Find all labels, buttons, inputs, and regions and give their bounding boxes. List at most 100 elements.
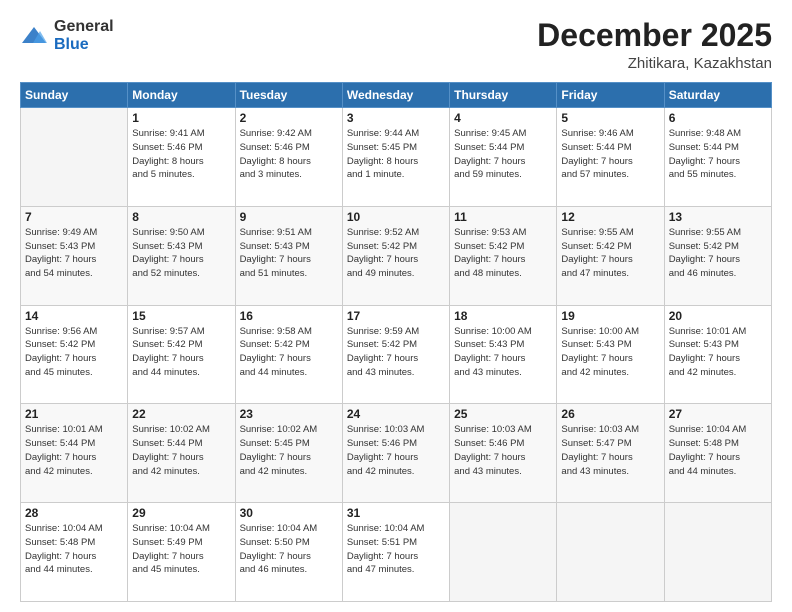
day-number: 25 [454, 407, 552, 421]
day-info: Sunrise: 9:52 AMSunset: 5:42 PMDaylight:… [347, 226, 445, 281]
day-info: Sunrise: 9:55 AMSunset: 5:42 PMDaylight:… [561, 226, 659, 281]
day-number: 12 [561, 210, 659, 224]
day-info: Sunrise: 9:51 AMSunset: 5:43 PMDaylight:… [240, 226, 338, 281]
table-row: 19 Sunrise: 10:00 AMSunset: 5:43 PMDaylig… [557, 305, 664, 404]
col-tuesday: Tuesday [235, 83, 342, 108]
table-row: 7Sunrise: 9:49 AMSunset: 5:43 PMDaylight… [21, 206, 128, 305]
calendar-week-row: 7Sunrise: 9:49 AMSunset: 5:43 PMDaylight… [21, 206, 772, 305]
day-info: Sunrise: 10:03 AMSunset: 5:46 PMDaylight… [347, 423, 445, 478]
table-row: 24 Sunrise: 10:03 AMSunset: 5:46 PMDaylig… [342, 404, 449, 503]
day-number: 8 [132, 210, 230, 224]
day-number: 2 [240, 111, 338, 125]
day-number: 27 [669, 407, 767, 421]
table-row: 3 Sunrise: 9:44 AMSunset: 5:45 PMDaylight… [342, 108, 449, 207]
logo-blue: Blue [54, 36, 89, 53]
table-row: 27Sunrise: 10:04 AMSunset: 5:48 PMDaylig… [664, 404, 771, 503]
table-row: 17 Sunrise: 9:59 AMSunset: 5:42 PMDayligh… [342, 305, 449, 404]
day-number: 10 [347, 210, 445, 224]
table-row: 5Sunrise: 9:46 AMSunset: 5:44 PMDaylight… [557, 108, 664, 207]
day-info: Sunrise: 10:04 AMSunset: 5:49 PMDaylight… [132, 522, 230, 577]
calendar-week-row: 1 Sunrise: 9:41 AMSunset: 5:46 PMDaylight… [21, 108, 772, 207]
day-info: Sunrise: 10:01 AMSunset: 5:43 PMDaylight… [669, 325, 767, 380]
col-saturday: Saturday [664, 83, 771, 108]
day-number: 9 [240, 210, 338, 224]
calendar-table: Sunday Monday Tuesday Wednesday Thursday… [20, 82, 772, 602]
table-row: 8 Sunrise: 9:50 AMSunset: 5:43 PMDaylight… [128, 206, 235, 305]
day-info: Sunrise: 9:44 AMSunset: 5:45 PMDaylight:… [347, 127, 445, 182]
day-number: 16 [240, 309, 338, 323]
table-row: 20 Sunrise: 10:01 AMSunset: 5:43 PMDaylig… [664, 305, 771, 404]
table-row: 10 Sunrise: 9:52 AMSunset: 5:42 PMDayligh… [342, 206, 449, 305]
day-info: Sunrise: 10:00 AMSunset: 5:43 PMDaylight… [561, 325, 659, 380]
day-info: Sunrise: 10:03 AMSunset: 5:47 PMDaylight… [561, 423, 659, 478]
day-info: Sunrise: 9:48 AMSunset: 5:44 PMDaylight:… [669, 127, 767, 182]
day-number: 26 [561, 407, 659, 421]
month-title: December 2025 [537, 18, 772, 53]
day-info: Sunrise: 10:02 AMSunset: 5:44 PMDaylight… [132, 423, 230, 478]
day-info: Sunrise: 10:04 AMSunset: 5:51 PMDaylight… [347, 522, 445, 577]
logo-icon [20, 25, 48, 47]
day-info: Sunrise: 9:58 AMSunset: 5:42 PMDaylight:… [240, 325, 338, 380]
day-info: Sunrise: 9:50 AMSunset: 5:43 PMDaylight:… [132, 226, 230, 281]
table-row: 11Sunrise: 9:53 AMSunset: 5:42 PMDayligh… [450, 206, 557, 305]
day-number: 13 [669, 210, 767, 224]
day-info: Sunrise: 10:00 AMSunset: 5:43 PMDaylight… [454, 325, 552, 380]
day-number: 4 [454, 111, 552, 125]
table-row: 15Sunrise: 9:57 AMSunset: 5:42 PMDayligh… [128, 305, 235, 404]
table-row: 23Sunrise: 10:02 AMSunset: 5:45 PMDaylig… [235, 404, 342, 503]
col-monday: Monday [128, 83, 235, 108]
col-sunday: Sunday [21, 83, 128, 108]
page: General Blue December 2025 Zhitikara, Ka… [0, 0, 792, 612]
table-row: 29 Sunrise: 10:04 AMSunset: 5:49 PMDaylig… [128, 503, 235, 602]
day-number: 3 [347, 111, 445, 125]
table-row: 31 Sunrise: 10:04 AMSunset: 5:51 PMDaylig… [342, 503, 449, 602]
table-row: 28Sunrise: 10:04 AMSunset: 5:48 PMDaylig… [21, 503, 128, 602]
table-row [557, 503, 664, 602]
day-info: Sunrise: 9:53 AMSunset: 5:42 PMDaylight:… [454, 226, 552, 281]
day-number: 29 [132, 506, 230, 520]
day-info: Sunrise: 9:42 AMSunset: 5:46 PMDaylight:… [240, 127, 338, 182]
day-number: 20 [669, 309, 767, 323]
table-row [21, 108, 128, 207]
table-row: 4Sunrise: 9:45 AMSunset: 5:44 PMDaylight… [450, 108, 557, 207]
table-row: 26 Sunrise: 10:03 AMSunset: 5:47 PMDaylig… [557, 404, 664, 503]
day-number: 30 [240, 506, 338, 520]
day-info: Sunrise: 9:41 AMSunset: 5:46 PMDaylight:… [132, 127, 230, 182]
day-number: 28 [25, 506, 123, 520]
table-row: 16 Sunrise: 9:58 AMSunset: 5:42 PMDayligh… [235, 305, 342, 404]
table-row: 21 Sunrise: 10:01 AMSunset: 5:44 PMDaylig… [21, 404, 128, 503]
day-number: 6 [669, 111, 767, 125]
day-number: 22 [132, 407, 230, 421]
col-wednesday: Wednesday [342, 83, 449, 108]
day-info: Sunrise: 9:59 AMSunset: 5:42 PMDaylight:… [347, 325, 445, 380]
table-row: 22 Sunrise: 10:02 AMSunset: 5:44 PMDaylig… [128, 404, 235, 503]
logo: General Blue [20, 18, 114, 54]
day-number: 7 [25, 210, 123, 224]
day-number: 19 [561, 309, 659, 323]
day-number: 5 [561, 111, 659, 125]
table-row: 25 Sunrise: 10:03 AMSunset: 5:46 PMDaylig… [450, 404, 557, 503]
calendar-header-row: Sunday Monday Tuesday Wednesday Thursday… [21, 83, 772, 108]
day-number: 23 [240, 407, 338, 421]
location: Zhitikara, Kazakhstan [537, 55, 772, 72]
calendar-week-row: 28Sunrise: 10:04 AMSunset: 5:48 PMDaylig… [21, 503, 772, 602]
day-number: 21 [25, 407, 123, 421]
day-number: 24 [347, 407, 445, 421]
day-number: 1 [132, 111, 230, 125]
logo-general: General [54, 18, 114, 35]
day-info: Sunrise: 10:03 AMSunset: 5:46 PMDaylight… [454, 423, 552, 478]
title-block: December 2025 Zhitikara, Kazakhstan [537, 18, 772, 72]
calendar-week-row: 14Sunrise: 9:56 AMSunset: 5:42 PMDayligh… [21, 305, 772, 404]
table-row: 18Sunrise: 10:00 AMSunset: 5:43 PMDaylig… [450, 305, 557, 404]
table-row: 1 Sunrise: 9:41 AMSunset: 5:46 PMDaylight… [128, 108, 235, 207]
table-row [664, 503, 771, 602]
day-number: 17 [347, 309, 445, 323]
table-row: 12 Sunrise: 9:55 AMSunset: 5:42 PMDayligh… [557, 206, 664, 305]
day-info: Sunrise: 10:01 AMSunset: 5:44 PMDaylight… [25, 423, 123, 478]
day-number: 14 [25, 309, 123, 323]
table-row: 2 Sunrise: 9:42 AMSunset: 5:46 PMDaylight… [235, 108, 342, 207]
day-info: Sunrise: 10:04 AMSunset: 5:50 PMDaylight… [240, 522, 338, 577]
day-number: 31 [347, 506, 445, 520]
col-friday: Friday [557, 83, 664, 108]
day-info: Sunrise: 9:55 AMSunset: 5:42 PMDaylight:… [669, 226, 767, 281]
